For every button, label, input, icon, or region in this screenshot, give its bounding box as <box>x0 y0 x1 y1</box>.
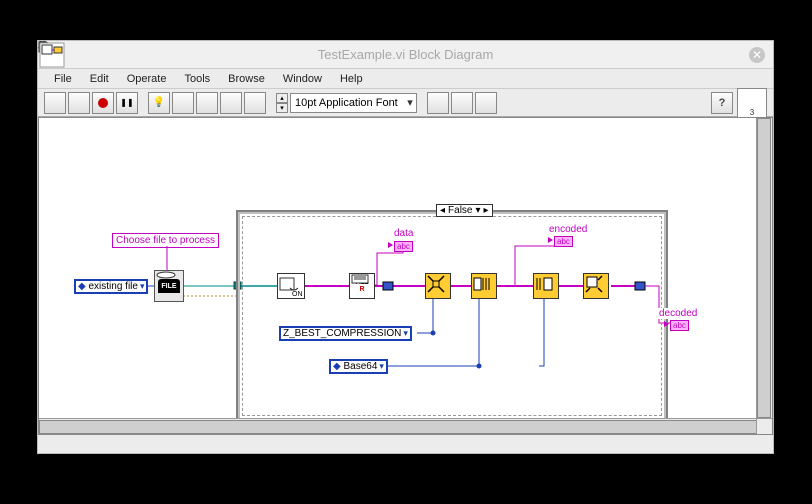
distribute-objects-button[interactable] <box>451 92 473 114</box>
close-button[interactable]: ✕ <box>749 47 765 63</box>
font-selector[interactable]: 10pt Application Font <box>290 93 417 113</box>
horizontal-scrollbar[interactable] <box>39 418 756 434</box>
const-compression[interactable]: Z_BEST_COMPRESSION▾ <box>279 326 412 341</box>
menu-browse[interactable]: Browse <box>220 71 273 87</box>
labview-block-diagram-window: TestExample.vi Block Diagram ✕ File Edit… <box>37 40 774 454</box>
const-compression-text: Z_BEST_COMPRESSION <box>283 328 401 339</box>
menu-edit[interactable]: Edit <box>82 71 117 87</box>
reorder-button[interactable] <box>475 92 497 114</box>
window-title: TestExample.vi Block Diagram <box>318 47 494 62</box>
const-base64[interactable]: ◆ Base64▾ <box>329 359 388 374</box>
const-base64-text: Base64 <box>343 361 377 372</box>
font-selector-label: 10pt Application Font <box>295 97 398 109</box>
run-button[interactable] <box>44 92 66 114</box>
step-over-button[interactable] <box>220 92 242 114</box>
titlebar[interactable]: TestExample.vi Block Diagram ✕ <box>38 41 773 69</box>
menu-operate[interactable]: Operate <box>119 71 175 87</box>
pause-button[interactable] <box>116 92 138 114</box>
toolbar: ▴▾ 10pt Application Font ? 3 <box>38 89 773 117</box>
context-help-button[interactable]: ? <box>711 92 733 114</box>
menubar: File Edit Operate Tools Browse Window He… <box>38 69 773 89</box>
minimize-button[interactable] <box>689 46 707 64</box>
align-objects-button[interactable] <box>427 92 449 114</box>
run-continuously-button[interactable] <box>68 92 90 114</box>
step-into-button[interactable] <box>196 92 218 114</box>
menu-file[interactable]: File <box>46 71 80 87</box>
maximize-button[interactable] <box>719 46 737 64</box>
menu-help[interactable]: Help <box>332 71 371 87</box>
scroll-corner <box>756 418 772 434</box>
step-out-button[interactable] <box>244 92 266 114</box>
menu-window[interactable]: Window <box>275 71 330 87</box>
retain-wire-values-button[interactable] <box>172 92 194 114</box>
menu-tools[interactable]: Tools <box>176 71 218 87</box>
vertical-scrollbar[interactable] <box>756 118 772 418</box>
vi-icon-num: 3 <box>750 108 754 117</box>
vi-icon-pane[interactable]: 3 <box>737 88 767 118</box>
v-scroll-thumb[interactable] <box>757 118 771 418</box>
font-size-steppers[interactable]: ▴▾ <box>276 93 288 113</box>
abort-button[interactable] <box>92 92 114 114</box>
highlight-execution-button[interactable] <box>148 92 170 114</box>
h-scroll-thumb[interactable] <box>39 420 767 434</box>
window-controls: ✕ <box>689 46 765 64</box>
block-diagram-canvas[interactable]: Choose file to process ◆ existing file▾ … <box>38 117 773 435</box>
